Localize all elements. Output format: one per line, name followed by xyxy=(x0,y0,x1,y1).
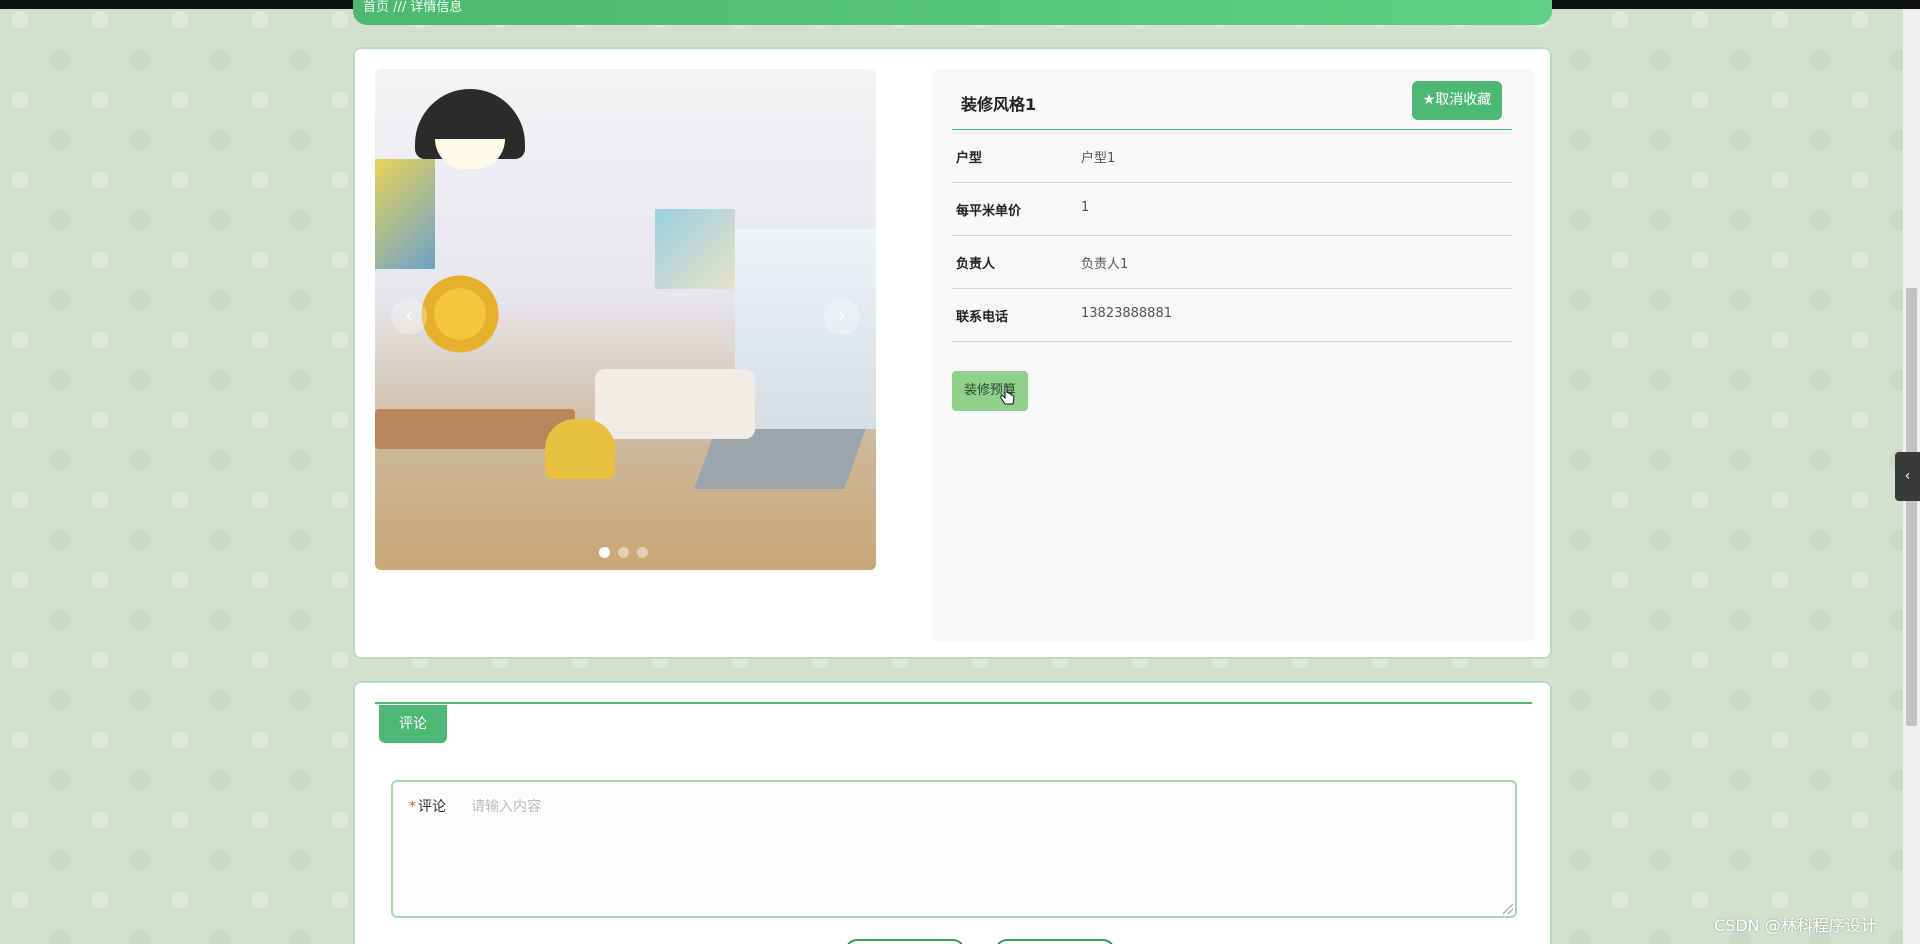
info-row-layout: 户型 户型1 xyxy=(952,130,1512,183)
scrollbar-thumb[interactable] xyxy=(1906,288,1917,726)
reset-button-partial[interactable] xyxy=(995,939,1115,944)
sidebar-toggle-button[interactable]: ‹ xyxy=(1895,452,1920,501)
comment-form: * 评论 xyxy=(391,780,1517,918)
breadcrumb-text: 首页 /// 详情信息 xyxy=(363,0,463,15)
unfavorite-button[interactable]: ★取消收藏 xyxy=(1412,81,1502,120)
required-mark: * xyxy=(409,799,416,815)
comment-input[interactable] xyxy=(467,790,1507,908)
room-painting-2 xyxy=(655,209,735,289)
info-header: 装修风格1 ★取消收藏 xyxy=(952,69,1512,130)
hand-cursor-icon xyxy=(1000,386,1015,405)
breadcrumb: 首页 /// 详情信息 xyxy=(353,0,1552,25)
yellow-chair xyxy=(545,419,615,479)
info-label: 每平米单价 xyxy=(956,204,1022,219)
info-row-manager: 负责人 负责人1 xyxy=(952,236,1512,289)
submit-button-partial[interactable] xyxy=(845,939,965,944)
room-sofa xyxy=(595,369,755,439)
carousel-dot-3[interactable] xyxy=(637,547,648,558)
info-label: 户型 xyxy=(956,151,983,166)
pendant-lamp xyxy=(415,89,525,169)
page-title: 装修风格1 xyxy=(961,95,1037,114)
resize-handle[interactable] xyxy=(1503,904,1513,914)
info-label: 负责人 xyxy=(956,257,996,272)
info-value: 13823888881 xyxy=(1081,306,1172,321)
tab-comments[interactable]: 评论 xyxy=(379,705,447,743)
carousel-prev-button[interactable]: ‹ xyxy=(391,299,427,335)
comment-label-text: 评论 xyxy=(418,799,446,815)
info-value: 户型1 xyxy=(1081,151,1116,166)
budget-button[interactable]: 装修预算 xyxy=(952,371,1028,411)
comment-label: * 评论 xyxy=(409,796,446,816)
flower-vase xyxy=(415,269,505,359)
room-painting xyxy=(375,159,435,269)
comment-card: 评论 * 评论 xyxy=(353,681,1552,944)
watermark: CSDN @林科程序设计 xyxy=(1714,916,1877,935)
image-carousel[interactable]: ‹ › xyxy=(375,69,876,570)
carousel-next-button[interactable]: › xyxy=(824,299,860,335)
info-row-phone: 联系电话 13823888881 xyxy=(952,289,1512,342)
carousel-dot-2[interactable] xyxy=(618,547,629,558)
detail-card: ‹ › 装修风格1 ★取消收藏 户型 户型1 每平米单价 1 负责人 负责人1 … xyxy=(353,47,1552,659)
info-value: 负责人1 xyxy=(1081,257,1129,272)
info-label: 联系电话 xyxy=(956,310,1009,325)
tab-underline xyxy=(375,702,1532,704)
carousel-dot-1[interactable] xyxy=(599,547,610,558)
info-value: 1 xyxy=(1081,200,1090,215)
info-row-unit-price: 每平米单价 1 xyxy=(952,183,1512,236)
carousel-indicators xyxy=(599,547,648,558)
info-panel: 装修风格1 ★取消收藏 户型 户型1 每平米单价 1 负责人 负责人1 联系电话… xyxy=(932,69,1535,642)
